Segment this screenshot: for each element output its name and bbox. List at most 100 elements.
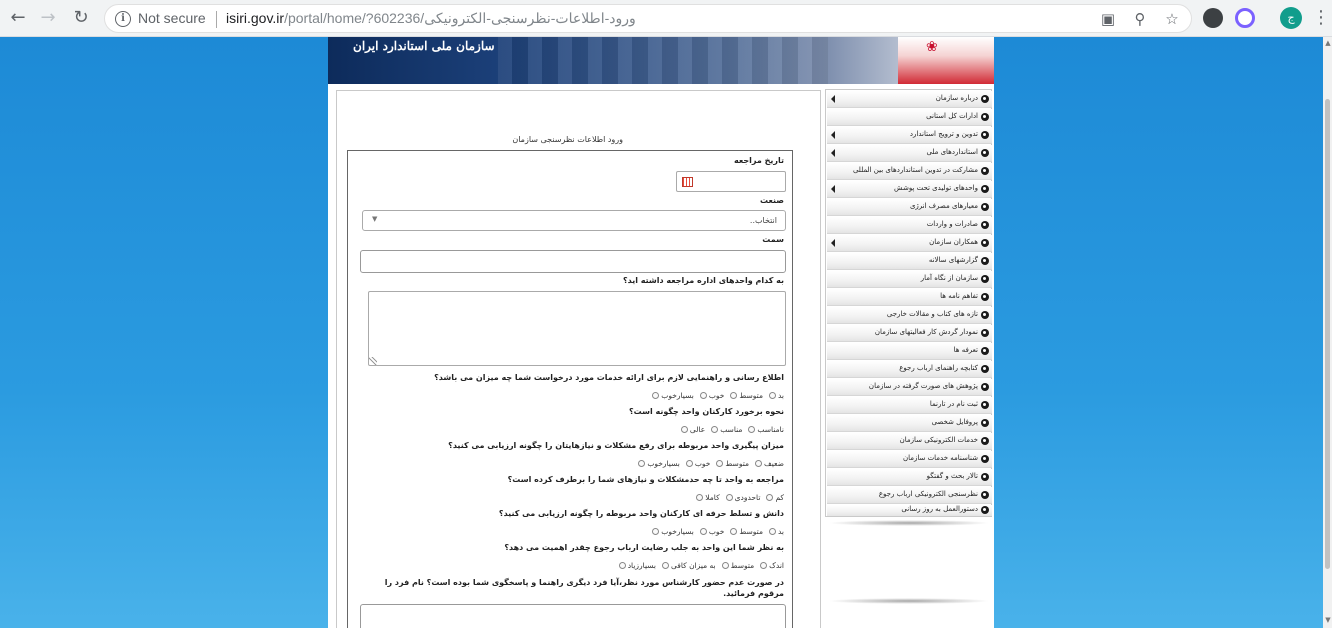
radio-option[interactable]: ضعیف xyxy=(754,459,784,468)
radio-button[interactable] xyxy=(685,460,693,467)
radio-button[interactable] xyxy=(618,562,626,569)
radio-button[interactable] xyxy=(699,392,707,399)
radio-button[interactable] xyxy=(652,392,660,399)
radio-button[interactable] xyxy=(760,562,768,569)
sidebar-item-forum[interactable]: تالار بحث و گفتگو xyxy=(827,469,992,486)
sidebar-item-national-standards[interactable]: استانداردهای ملی xyxy=(827,145,992,162)
sidebar-item-profile[interactable]: پروفایل شخصی xyxy=(827,415,992,432)
back-icon[interactable]: ← xyxy=(6,6,30,30)
radio-button[interactable] xyxy=(725,494,733,501)
submenu-arrow-icon[interactable] xyxy=(831,149,835,157)
radio-button[interactable] xyxy=(696,494,704,501)
submenu-arrow-icon[interactable] xyxy=(831,95,835,103)
resize-handle-icon[interactable] xyxy=(369,357,377,365)
radio-option[interactable]: کم xyxy=(766,493,784,502)
visit-date-field[interactable] xyxy=(676,171,786,192)
sidebar-item-international-participation[interactable]: مشارکت در تدوین استانداردهای بین المللی xyxy=(827,163,992,180)
industry-select[interactable]: انتخاب.. ▼ xyxy=(362,210,786,231)
radio-option[interactable]: خوب xyxy=(699,391,724,400)
radio-option[interactable]: مناسب xyxy=(711,425,742,434)
sidebar-item-standard-development[interactable]: تدوین و ترویج استاندارد xyxy=(827,127,992,144)
radio-option[interactable]: عالی xyxy=(680,425,706,434)
sidebar-item-statistics[interactable]: سازمان از نگاه آمار xyxy=(827,271,992,288)
sidebar-item-update-guide[interactable]: دستورالعمل به روز رسانی xyxy=(827,505,992,516)
sidebar-item-import-export[interactable]: صادرات و واردات xyxy=(827,217,992,234)
forward-icon[interactable]: → xyxy=(36,6,60,30)
radio-button[interactable] xyxy=(766,494,774,501)
radio-button[interactable] xyxy=(680,426,688,433)
bookmark-star-icon[interactable]: ☆ xyxy=(1163,10,1181,28)
radio-option[interactable]: بد xyxy=(768,527,784,536)
sidebar-item-provincial-offices[interactable]: ادارات کل استانی xyxy=(827,109,992,126)
sidebar-item-about[interactable]: درباره سازمان xyxy=(827,91,992,108)
browser-menu-icon[interactable]: ⋮ xyxy=(1312,6,1330,30)
radio-option[interactable]: کاملا xyxy=(696,493,720,502)
radio-option[interactable]: بسیارخوب xyxy=(652,527,694,536)
sidebar-item-books-articles[interactable]: تازه های کتاب و مقالات خارجی xyxy=(827,307,992,324)
calendar-icon[interactable] xyxy=(682,177,693,187)
absence-textarea[interactable] xyxy=(360,604,786,628)
radio-option[interactable]: نامناسب xyxy=(748,425,784,434)
sidebar-item-annual-reports[interactable]: گزارشهای سالانه xyxy=(827,253,992,270)
radio-option[interactable]: خوب xyxy=(699,527,724,536)
sidebar-item-e-services[interactable]: خدمات الکترونیکی سازمان xyxy=(827,433,992,450)
sidebar-item-agreements[interactable]: تفاهم نامه ها xyxy=(827,289,992,306)
url-text[interactable]: isiri.gov.ir/portal/home/?602236/ورود-اط… xyxy=(226,10,636,27)
radio-button[interactable] xyxy=(748,426,756,433)
sidebar-item-colleagues[interactable]: همکاران سازمان xyxy=(827,235,992,252)
radio-button[interactable] xyxy=(638,460,646,467)
sidebar-item-production-units[interactable]: واحدهای تولیدی تحت پوشش xyxy=(827,181,992,198)
radio-option[interactable]: متوسط xyxy=(721,561,754,570)
radio-button[interactable] xyxy=(662,562,670,569)
info-icon[interactable]: i xyxy=(115,11,131,27)
radio-button[interactable] xyxy=(768,528,776,535)
sidebar-item-tariffs[interactable]: تعرفه ها xyxy=(827,343,992,360)
zoom-icon[interactable]: ⚲ xyxy=(1131,10,1149,28)
chevron-down-icon[interactable]: ▼ xyxy=(372,215,377,223)
extension-circle-icon[interactable] xyxy=(1235,8,1255,28)
radio-option[interactable]: خوب xyxy=(685,459,710,468)
reload-icon[interactable]: ↻ xyxy=(69,6,93,30)
profile-avatar[interactable]: ج xyxy=(1280,7,1302,29)
radio-button[interactable] xyxy=(699,528,707,535)
radio-button[interactable] xyxy=(652,528,660,535)
radio-option[interactable]: بسیارخوب xyxy=(652,391,694,400)
sidebar-item-service-catalog[interactable]: شناسنامه خدمات سازمان xyxy=(827,451,992,468)
submenu-arrow-icon[interactable] xyxy=(831,131,835,139)
radio-option[interactable]: بد xyxy=(768,391,784,400)
sidebar-item-register[interactable]: ثبت نام در تارنما xyxy=(827,397,992,414)
radio-option[interactable]: متوسط xyxy=(730,527,763,536)
radio-button[interactable] xyxy=(716,460,724,467)
submenu-arrow-icon[interactable] xyxy=(831,239,835,247)
scrollbar-thumb[interactable] xyxy=(1325,99,1330,569)
sidebar-item-client-guide[interactable]: کتابچه راهنمای ارباب رجوع xyxy=(827,361,992,378)
radio-option[interactable]: متوسط xyxy=(730,391,763,400)
translate-icon[interactable]: ▣ xyxy=(1099,10,1117,28)
radio-option[interactable]: به میزان کافی xyxy=(662,561,716,570)
units-textarea[interactable] xyxy=(368,291,786,366)
radio-button[interactable] xyxy=(730,392,738,399)
radio-option[interactable]: بسیارخوب xyxy=(638,459,680,468)
sidebar-item-research[interactable]: پژوهش های صورت گرفته در سازمان xyxy=(827,379,992,396)
security-label[interactable]: Not secure xyxy=(138,10,206,26)
position-input[interactable] xyxy=(360,250,786,273)
scroll-up-arrow-icon[interactable]: ▲ xyxy=(1324,39,1332,49)
radio-label: عالی xyxy=(689,425,706,434)
sidebar-item-e-survey[interactable]: نظرسنجی الکترونیکی ارباب رجوع xyxy=(827,487,992,504)
bullet-icon xyxy=(981,149,989,157)
radio-button[interactable] xyxy=(754,460,762,467)
radio-option[interactable]: اندک xyxy=(760,561,784,570)
radio-button[interactable] xyxy=(721,562,729,569)
radio-option[interactable]: متوسط xyxy=(716,459,749,468)
sidebar-item-workflow[interactable]: نمودار گردش کار فعالیتهای سازمان xyxy=(827,325,992,342)
radio-option[interactable]: تاحدودی xyxy=(725,493,760,502)
scroll-down-arrow-icon[interactable]: ▼ xyxy=(1324,616,1332,626)
extension-icon[interactable] xyxy=(1203,8,1223,28)
radio-button[interactable] xyxy=(711,426,719,433)
radio-option[interactable]: بسیارزیاد xyxy=(618,561,656,570)
submenu-arrow-icon[interactable] xyxy=(831,185,835,193)
sidebar-item-energy-criteria[interactable]: معیارهای مصرف انرژی xyxy=(827,199,992,216)
radio-button[interactable] xyxy=(768,392,776,399)
radio-button[interactable] xyxy=(730,528,738,535)
address-bar[interactable]: i Not secure isiri.gov.ir/portal/home/?6… xyxy=(104,4,1192,33)
